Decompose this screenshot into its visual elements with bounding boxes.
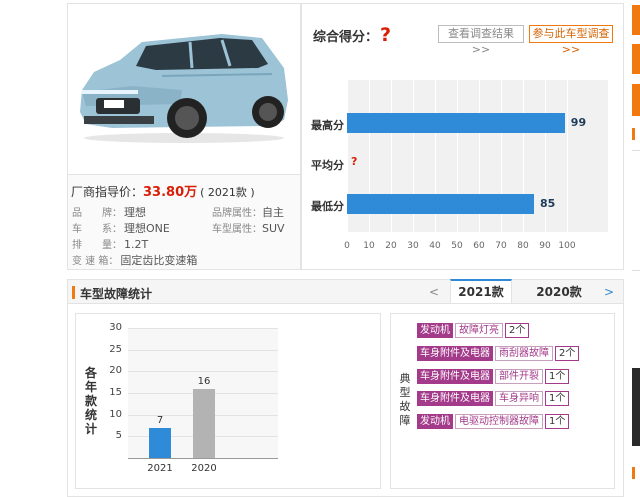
yearly-gridline: [128, 328, 278, 329]
score-tick-label: 50: [451, 241, 463, 251]
fault-item[interactable]: 车身附件及电器 部件开裂 1个: [417, 369, 570, 384]
yearly-gridline: [128, 371, 278, 373]
spec-car-type: 车型属性：SUV: [212, 222, 285, 235]
yearly-tick-label: 20: [109, 365, 122, 377]
score-bars: 99? 85: [347, 80, 608, 232]
side-nav-block-1[interactable]: [632, 5, 640, 35]
yearly-gridline: [128, 349, 278, 351]
side-divider-2: [632, 270, 640, 271]
yearly-category-label: 2021: [147, 463, 173, 474]
fault-title-marker: [72, 286, 75, 299]
side-nav-block-2[interactable]: [632, 44, 640, 74]
yearly-tick-label: 10: [109, 408, 122, 420]
spec-brand-type: 品牌属性：自主: [212, 206, 284, 219]
yearly-tick-label: 30: [109, 322, 122, 333]
score-tick-label: 0: [344, 241, 350, 251]
yearly-value-label: 16: [197, 375, 211, 387]
fault-category: 车身附件及电器: [417, 391, 493, 406]
score-value-label: 85: [540, 197, 556, 210]
score-tick-label: 30: [407, 241, 419, 251]
score-title-row: 综合得分： ?: [313, 24, 391, 46]
tab-2021[interactable]: 2021款: [450, 279, 512, 303]
score-tick-label: 100: [558, 241, 576, 251]
score-tick-label: 40: [429, 241, 441, 251]
score-value-label: 99: [570, 116, 587, 129]
side-divider: [632, 150, 640, 151]
fault-item[interactable]: 车身附件及电器 车身异响 1个: [417, 391, 570, 406]
score-tick-label: 20: [385, 241, 397, 251]
score-bar: [347, 113, 565, 133]
car-image: [80, 34, 288, 143]
spec-displacement: 排 量： 1.2T: [72, 238, 149, 251]
score-label-max: 最高分: [311, 119, 344, 132]
fault-item[interactable]: 发动机 故障灯亮 2个: [417, 323, 530, 338]
fault-name: 故障灯亮: [455, 323, 503, 338]
yearly-tick-label: 25: [109, 343, 122, 355]
price-label: 厂商指导价：: [71, 185, 144, 199]
tab-next-arrow[interactable]: >: [604, 285, 614, 299]
score-tick-label: 70: [495, 241, 507, 251]
yearly-x-axis: [128, 458, 278, 459]
tab-2020-label: 2020款: [536, 285, 582, 299]
yearly-chart-ylabel: 各 年 款 统 计: [84, 366, 97, 436]
tab-2020[interactable]: 2020款: [520, 279, 598, 303]
typical-faults-label: 典 型 故 障: [399, 372, 411, 427]
side-dark-thumb[interactable]: [632, 368, 640, 446]
score-xaxis-ticks: 0 10 20 30 40 50 60 70 80 90 100: [344, 241, 608, 253]
score-value-label: ?: [351, 155, 358, 168]
fault-category: 发动机: [417, 323, 453, 338]
score-tick-label: 80: [517, 241, 529, 251]
fault-item[interactable]: 车身附件及电器 雨刮器故障 2个: [417, 346, 580, 361]
score-label-avg: 平均分: [311, 159, 344, 172]
fault-name: 电驱动控制器故障: [455, 414, 543, 429]
fault-name: 雨刮器故障: [495, 346, 553, 361]
score-tick-label: 60: [473, 241, 485, 251]
fault-category: 车身附件及电器: [417, 346, 493, 361]
spec-brand: 品 牌： 理想: [72, 206, 146, 219]
fault-count: 2个: [505, 323, 530, 338]
score-tick-label: 90: [539, 241, 551, 251]
tab-2021-label: 2021款: [458, 285, 504, 299]
spec-gearbox: 变 速 箱： 固定齿比变速箱: [72, 254, 198, 267]
fault-count: 1个: [545, 414, 570, 429]
yearly-category-label: 2020: [191, 463, 217, 474]
yearly-value-label: 7: [156, 414, 164, 426]
price-row: 厂商指导价： 33.80万 ( 2021款 ): [71, 181, 255, 200]
fault-category: 发动机: [417, 414, 453, 429]
join-survey-button[interactable]: 参与此车型调查>>: [529, 25, 613, 56]
side-marker-2: [632, 467, 635, 479]
side-marker: [632, 128, 635, 140]
yearly-bar: [193, 388, 215, 458]
score-title: 综合得分：: [313, 30, 379, 45]
side-nav-block-3[interactable]: [632, 84, 640, 116]
fault-count: 1个: [545, 391, 570, 406]
view-results-button[interactable]: 查看调查结果>>: [438, 25, 524, 56]
score-label-min: 最低分: [311, 200, 344, 213]
fault-name: 车身异响: [495, 391, 543, 406]
yearly-chart-plot: 5 10 15 20 25 30 7 2021 16 2020: [102, 320, 370, 480]
fault-category: 车身附件及电器: [417, 369, 493, 384]
fault-count: 1个: [545, 369, 570, 384]
price-value: 33.80万: [143, 185, 198, 200]
yearly-tick-label: 5: [115, 430, 122, 442]
fault-name: 部件开裂: [495, 369, 543, 384]
yearly-bar: [149, 427, 171, 458]
price-year: ( 2021款 ): [200, 186, 255, 199]
spec-series: 车 系： 理想ONE: [72, 222, 170, 235]
score-bar: [347, 194, 534, 214]
score-tick-label: 10: [363, 241, 375, 251]
score-value: ?: [380, 24, 392, 46]
fault-item[interactable]: 发动机 电驱动控制器故障 1个: [417, 414, 570, 429]
fault-count: 2个: [555, 346, 580, 361]
yearly-tick-label: 15: [109, 387, 122, 398]
tab-prev-arrow[interactable]: <: [429, 285, 439, 299]
fault-section-title: 车型故障统计: [80, 287, 153, 301]
